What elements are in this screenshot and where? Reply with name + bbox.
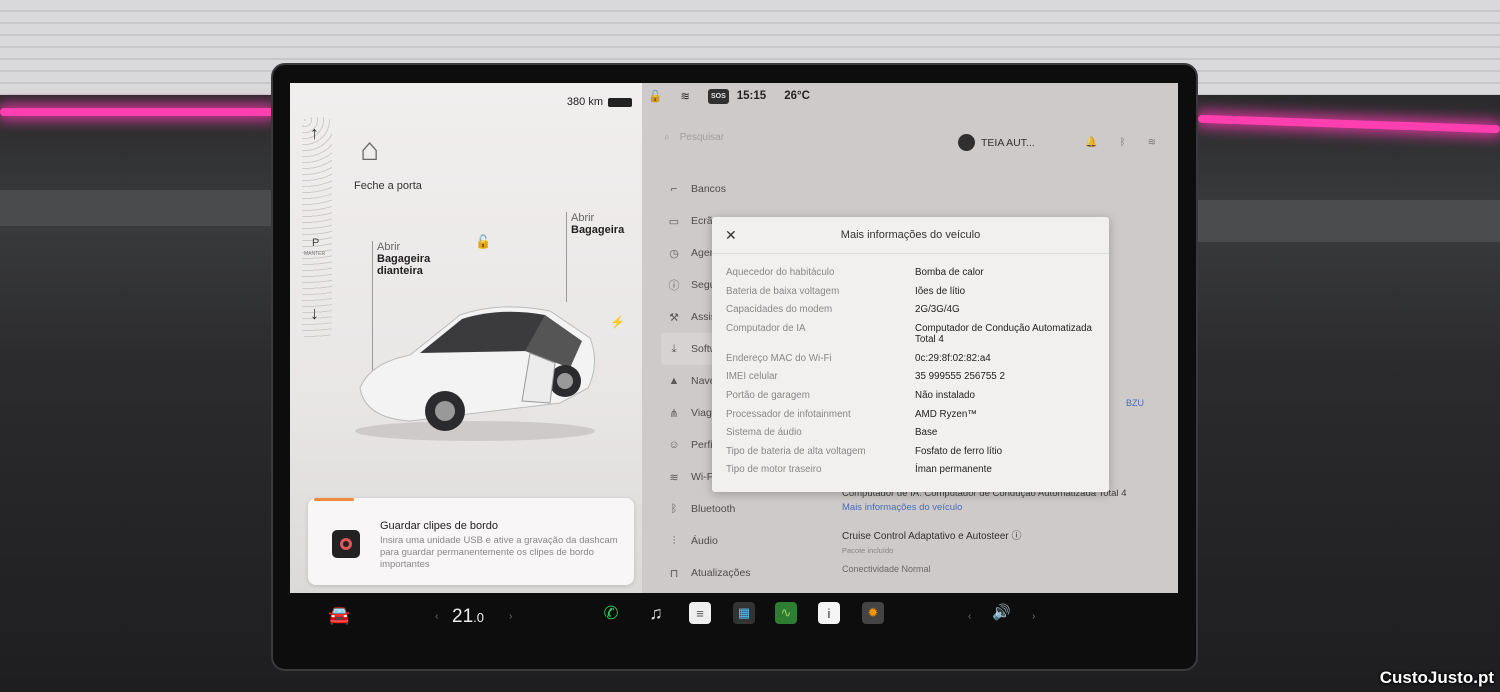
arcade-icon[interactable]: ✹ — [862, 602, 884, 624]
clip-progress-bar — [314, 498, 354, 501]
spec-label: Tipo de motor traseiro — [726, 464, 822, 476]
clip-card-description: Insira uma unidade USB e ative a gravaçã… — [380, 535, 618, 570]
spec-value: Bomba de calor — [915, 267, 984, 278]
spec-label: Bateria de baixa voltagem — [726, 285, 840, 297]
spec-label: Computador de IA — [726, 322, 806, 334]
taskbar: 🚘 ‹ 21.0 › ✆ ♫ ≡ ▦ ∿ i ✹ ‹ 🔊 › — [290, 593, 1178, 645]
close-door-label[interactable]: Feche a porta — [354, 180, 422, 192]
spec-label: Endereço MAC do Wi-Fi — [726, 352, 832, 364]
temp-int: 21 — [452, 606, 474, 627]
frunk-open-button[interactable]: Abrir Bagageira dianteira — [377, 241, 443, 277]
gear-selector[interactable]: ↑ P MANTER ↓ — [302, 117, 332, 339]
range-text: 380 km — [566, 96, 603, 108]
trunk-leader-line — [566, 212, 567, 302]
manual-icon[interactable]: i — [818, 602, 840, 624]
spec-label: IMEI celular — [726, 371, 778, 383]
spec-value: 0c:29:8f:02:82:a4 — [915, 352, 991, 364]
spec-value: 35 999555 256755 2 — [915, 371, 1005, 383]
spec-value: Não instalado — [915, 389, 975, 401]
watermark-logo: CustoJusto.pt — [1379, 668, 1494, 687]
dashcam-icon — [332, 530, 360, 558]
spec-label: Portão de garagem — [726, 389, 810, 401]
spec-label: Aquecedor do habitáculo — [726, 267, 835, 278]
spec-value: Iões de lítio — [915, 285, 966, 297]
spec-value: Computador de Condução Automatizada Tota… — [915, 322, 1093, 345]
spec-label: Capacidades do modem — [726, 304, 833, 316]
volume-icon[interactable]: 🔊 — [992, 603, 1011, 621]
clip-card-title: Guardar clipes de bordo — [380, 520, 499, 532]
cabin-temperature[interactable]: 21.0 — [452, 606, 484, 628]
spec-table: Aquecedor do habitáculo Bomba de calor Ba… — [726, 264, 1096, 480]
temp-up-arrow-icon[interactable]: › — [509, 611, 512, 622]
frunk-label: Bagageira dianteira — [377, 253, 431, 277]
dashboard-trim-left — [0, 190, 275, 226]
dashcam-clip-card[interactable]: Guardar clipes de bordo Insira uma unida… — [308, 498, 634, 585]
frunk-action: Abrir — [377, 241, 401, 253]
gear-down-arrow-icon[interactable]: ↓ — [310, 303, 319, 324]
temp-dec: .0 — [473, 610, 484, 625]
spec-label: Sistema de áudio — [726, 427, 802, 439]
spec-row: Endereço MAC do Wi-Fi 0c:29:8f:02:82:a4 — [726, 350, 1096, 369]
modal-title: Mais informações do veículo — [840, 229, 981, 241]
volume-down-arrow-icon[interactable]: ‹ — [968, 611, 971, 622]
car-icon[interactable]: 🚘 — [328, 605, 350, 626]
spec-row: Computador de IA Computador de Condução A… — [726, 320, 1096, 350]
spec-value: Base — [915, 427, 938, 439]
spec-row: Tipo de bateria de alta voltagem Fosfato … — [726, 443, 1096, 462]
car-panel: 380 km ↑ P MANTER ↓ ⌂ Feche a porta Abri… — [290, 83, 642, 593]
temp-down-arrow-icon[interactable]: ‹ — [435, 611, 438, 622]
unlock-icon[interactable]: 🔓 — [475, 234, 491, 250]
spec-row: Processador de infotainment AMD Ryzen™ — [726, 406, 1096, 425]
music-icon[interactable]: ♫ — [645, 602, 667, 624]
spec-row: Aquecedor do habitáculo Bomba de calor — [726, 264, 1096, 283]
spec-row: Sistema de áudio Base — [726, 424, 1096, 443]
modal-divider — [712, 253, 1109, 254]
ambient-light-left — [0, 108, 275, 116]
spec-row: IMEI celular 35 999555 256755 2 — [726, 368, 1096, 387]
gear-indicator: P — [312, 237, 320, 249]
phone-icon[interactable]: ✆ — [600, 602, 622, 624]
dashboard-trim-right — [1198, 200, 1500, 242]
battery-icon — [608, 97, 632, 107]
volume-up-arrow-icon[interactable]: › — [1032, 611, 1035, 622]
trunk-open-button[interactable]: Abrir Bagageira — [571, 212, 624, 236]
spec-label: Processador de infotainment — [726, 408, 851, 420]
toybox-icon[interactable]: ▦ — [733, 602, 755, 624]
spec-label: Tipo de bateria de alta voltagem — [726, 445, 866, 457]
spec-row: Bateria de baixa voltagem Iões de lítio — [726, 283, 1096, 302]
notes-icon[interactable]: ≡ — [689, 602, 711, 624]
trunk-action: Abrir — [571, 212, 595, 224]
door-icon[interactable]: ⌂ — [360, 131, 379, 168]
gear-up-arrow-icon[interactable]: ↑ — [310, 123, 319, 144]
spec-row: Tipo de motor traseiro Íman permanente — [726, 461, 1096, 480]
spec-value: AMD Ryzen™ — [915, 408, 978, 420]
vehicle-info-modal: ✕ Mais informações do veículo Aquecedor … — [712, 217, 1109, 492]
spec-value: Íman permanente — [915, 464, 992, 476]
spec-value: Fosfato de ferro lítio — [915, 445, 1003, 457]
spec-row: Portão de garagem Não instalado — [726, 387, 1096, 406]
spec-row: Capacidades do modem 2G/3G/4G — [726, 301, 1096, 320]
battery-range: 380 km — [567, 96, 632, 108]
gear-hold-label: MANTER — [304, 251, 326, 257]
car-illustration — [355, 306, 595, 441]
energy-icon[interactable]: ∿ — [775, 602, 797, 624]
trunk-label: Bagageira — [571, 224, 625, 236]
spec-value: 2G/3G/4G — [915, 304, 960, 316]
touchscreen: 380 km ↑ P MANTER ↓ ⌂ Feche a porta Abri… — [290, 83, 1178, 593]
charge-port-icon[interactable]: ⚡ — [610, 315, 625, 329]
